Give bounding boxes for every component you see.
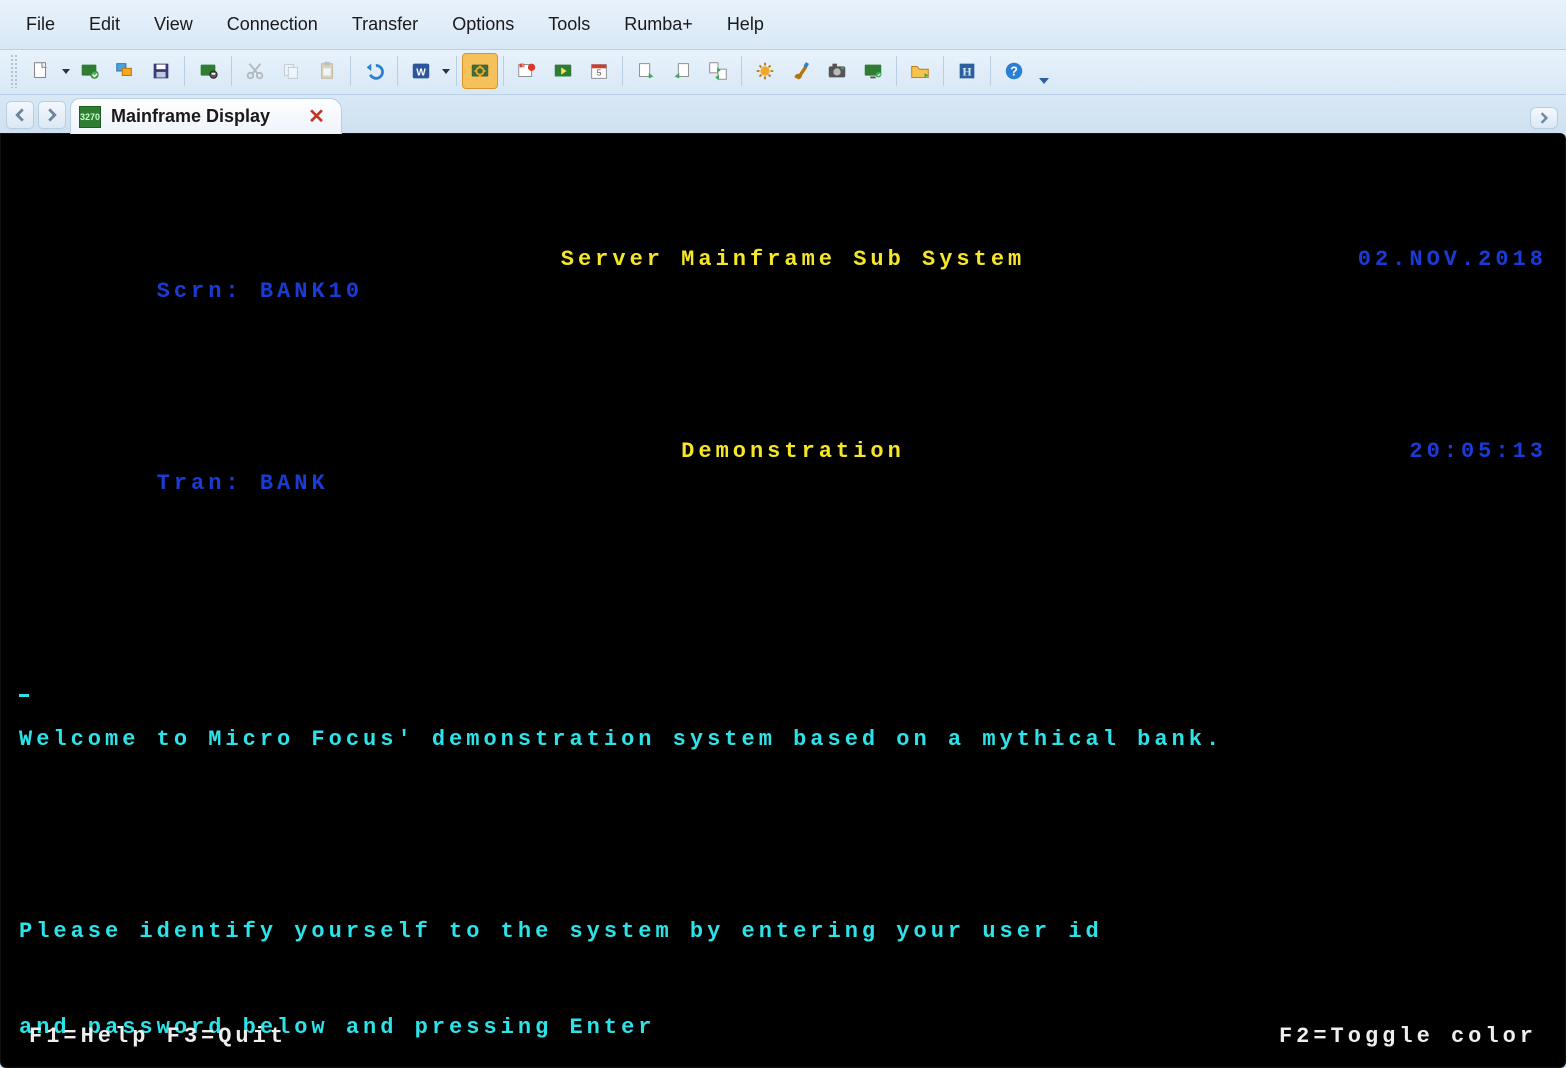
open-session-icon[interactable] bbox=[72, 54, 106, 88]
menu-transfer[interactable]: Transfer bbox=[338, 10, 432, 39]
toolbar: W 5 5 H? bbox=[0, 50, 1566, 95]
svg-text:H: H bbox=[962, 65, 972, 79]
macro-play-icon[interactable] bbox=[546, 54, 580, 88]
menu-help[interactable]: Help bbox=[713, 10, 778, 39]
terminal-container: Scrn: BANK10 Server Mainframe Sub System… bbox=[0, 133, 1566, 1068]
menu-tools[interactable]: Tools bbox=[534, 10, 604, 39]
toolbar-separator bbox=[990, 56, 991, 86]
menu-file[interactable]: File bbox=[12, 10, 69, 39]
terminal-3270-icon: 3270 bbox=[79, 106, 101, 128]
send-file-icon[interactable] bbox=[629, 54, 663, 88]
menu-connection[interactable]: Connection bbox=[213, 10, 332, 39]
copy-icon bbox=[274, 54, 308, 88]
toolbar-separator bbox=[350, 56, 351, 86]
tab-mainframe-display[interactable]: 3270 Mainframe Display ✕ bbox=[70, 98, 342, 134]
macro-record-icon[interactable]: 5 bbox=[510, 54, 544, 88]
svg-text:?: ? bbox=[1010, 64, 1018, 79]
history-icon[interactable]: H bbox=[950, 54, 984, 88]
connect-icon[interactable] bbox=[463, 54, 497, 88]
toolbar-separator bbox=[896, 56, 897, 86]
terminal-screen[interactable]: Scrn: BANK10 Server Mainframe Sub System… bbox=[1, 134, 1565, 1067]
folder-icon[interactable] bbox=[903, 54, 937, 88]
tab-title: Mainframe Display bbox=[111, 106, 270, 127]
macro-calendar-icon[interactable]: 5 bbox=[582, 54, 616, 88]
toolbar-separator bbox=[943, 56, 944, 86]
print-screen-icon[interactable] bbox=[191, 54, 225, 88]
tab-list-button[interactable] bbox=[1530, 107, 1558, 129]
footer-left: F1=Help F3=Quit bbox=[29, 1021, 287, 1053]
toolbar-separator bbox=[741, 56, 742, 86]
paste-icon bbox=[310, 54, 344, 88]
menu-options[interactable]: Options bbox=[438, 10, 528, 39]
toolbar-separator bbox=[231, 56, 232, 86]
terminal-cursor bbox=[19, 694, 29, 697]
toolbar-separator bbox=[503, 56, 504, 86]
screen-title-2: Demonstration bbox=[299, 436, 1287, 532]
toolbar-separator bbox=[456, 56, 457, 86]
save-icon[interactable] bbox=[144, 54, 178, 88]
tab-strip: 3270 Mainframe Display ✕ bbox=[0, 95, 1566, 133]
undo-icon[interactable] bbox=[357, 54, 391, 88]
sync-files-icon[interactable] bbox=[701, 54, 735, 88]
receive-file-icon[interactable] bbox=[665, 54, 699, 88]
camera-icon[interactable] bbox=[820, 54, 854, 88]
tools-icon[interactable] bbox=[748, 54, 782, 88]
tab-prev-button[interactable] bbox=[6, 101, 34, 129]
screen-date: 02.NOV.2018 bbox=[1287, 244, 1547, 340]
tab-close-button[interactable]: ✕ bbox=[308, 104, 325, 129]
tran-label: Tran: bbox=[157, 471, 243, 496]
footer-right: F2=Toggle color bbox=[1279, 1021, 1537, 1053]
brush-icon[interactable] bbox=[784, 54, 818, 88]
toolbar-separator bbox=[397, 56, 398, 86]
screen-title-1: Server Mainframe Sub System bbox=[299, 244, 1287, 340]
cut-icon bbox=[238, 54, 272, 88]
new-document-dropdown-icon[interactable] bbox=[62, 69, 70, 74]
word-dropdown-icon[interactable] bbox=[442, 69, 450, 74]
instruction-line-1: Please identify yourself to the system b… bbox=[19, 916, 1103, 948]
menu-rumba-plus[interactable]: Rumba+ bbox=[610, 10, 707, 39]
menu-edit[interactable]: Edit bbox=[75, 10, 134, 39]
menu-view[interactable]: View bbox=[140, 10, 207, 39]
svg-text:5: 5 bbox=[597, 69, 602, 78]
session-manager-icon[interactable] bbox=[108, 54, 142, 88]
toolbar-separator bbox=[622, 56, 623, 86]
new-document-icon[interactable] bbox=[24, 54, 58, 88]
display-icon[interactable] bbox=[856, 54, 890, 88]
toolbar-separator bbox=[184, 56, 185, 86]
tab-next-button[interactable] bbox=[38, 101, 66, 129]
svg-text:W: W bbox=[416, 68, 426, 79]
scrn-label: Scrn: bbox=[157, 279, 243, 304]
toolbar-overflow-icon[interactable] bbox=[1039, 78, 1049, 84]
welcome-text: Welcome to Micro Focus' demonstration sy… bbox=[19, 724, 1223, 756]
toolbar-grip[interactable] bbox=[10, 54, 18, 88]
word-icon[interactable]: W bbox=[404, 54, 438, 88]
help-icon[interactable]: ? bbox=[997, 54, 1031, 88]
menu-bar: File Edit View Connection Transfer Optio… bbox=[0, 0, 1566, 50]
screen-time: 20:05:13 bbox=[1287, 436, 1547, 532]
